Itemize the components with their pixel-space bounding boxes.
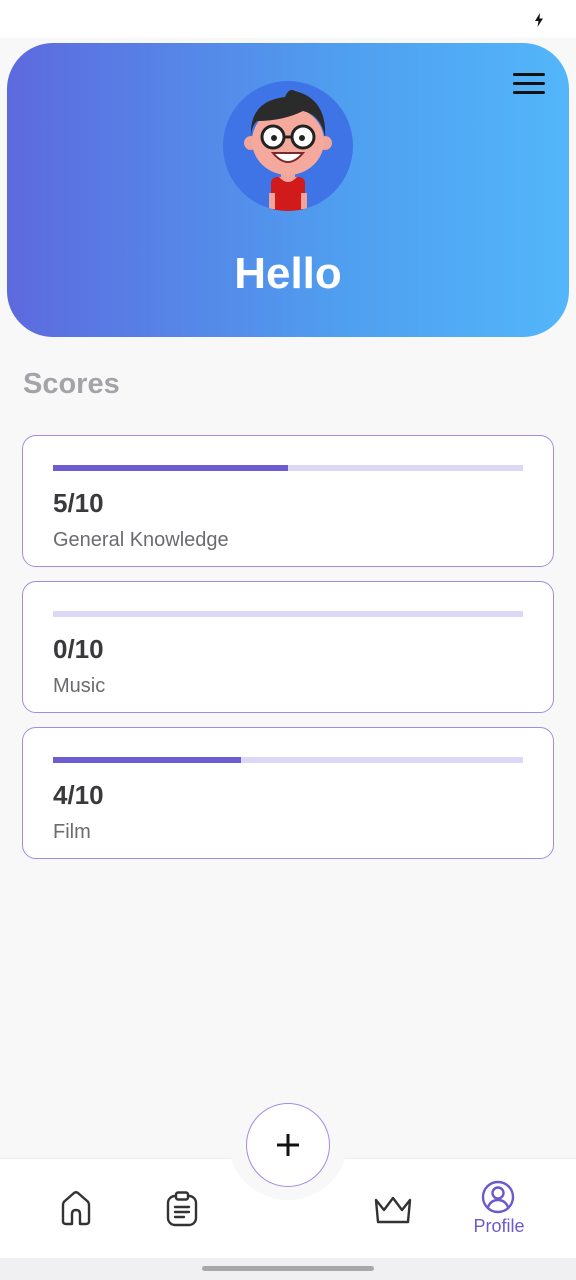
score-value: 4/10 (53, 780, 104, 810)
nav-profile-label[interactable]: Profile (470, 1216, 528, 1237)
score-card-film[interactable]: 4/10 Film (22, 727, 554, 859)
score-category: Music (53, 675, 106, 697)
nav-home[interactable] (60, 1190, 92, 1231)
charging-icon (535, 13, 543, 27)
avatar-illustration (244, 89, 332, 211)
add-button[interactable] (246, 1103, 330, 1187)
system-home-indicator (0, 1258, 576, 1280)
status-bar (0, 0, 576, 38)
avatar (223, 81, 353, 211)
progress-fill (53, 757, 241, 763)
crown-icon (374, 1196, 412, 1224)
nav-leaderboard[interactable] (374, 1196, 412, 1229)
scores-section-title: Scores (23, 368, 120, 400)
score-card-music[interactable]: 0/10 Music (22, 581, 554, 713)
profile-header: Hello (7, 43, 569, 337)
score-category: General Knowledge (53, 529, 229, 551)
hamburger-menu-icon[interactable] (513, 73, 545, 95)
progress-fill (53, 465, 288, 471)
add-icon (277, 1134, 299, 1156)
nav-profile[interactable] (481, 1180, 515, 1219)
progress-bar (53, 611, 523, 617)
home-icon (61, 1191, 91, 1226)
progress-bar (53, 757, 523, 763)
score-value: 5/10 (53, 488, 104, 518)
score-category: Film (53, 821, 91, 843)
score-value: 0/10 (53, 634, 104, 664)
clipboard-icon (166, 1191, 198, 1227)
profile-icon (481, 1180, 515, 1214)
score-card-general-knowledge[interactable]: 5/10 General Knowledge (22, 435, 554, 567)
nav-quizzes[interactable] (166, 1191, 198, 1232)
greeting-title: Hello (234, 249, 342, 298)
progress-bar (53, 465, 523, 471)
